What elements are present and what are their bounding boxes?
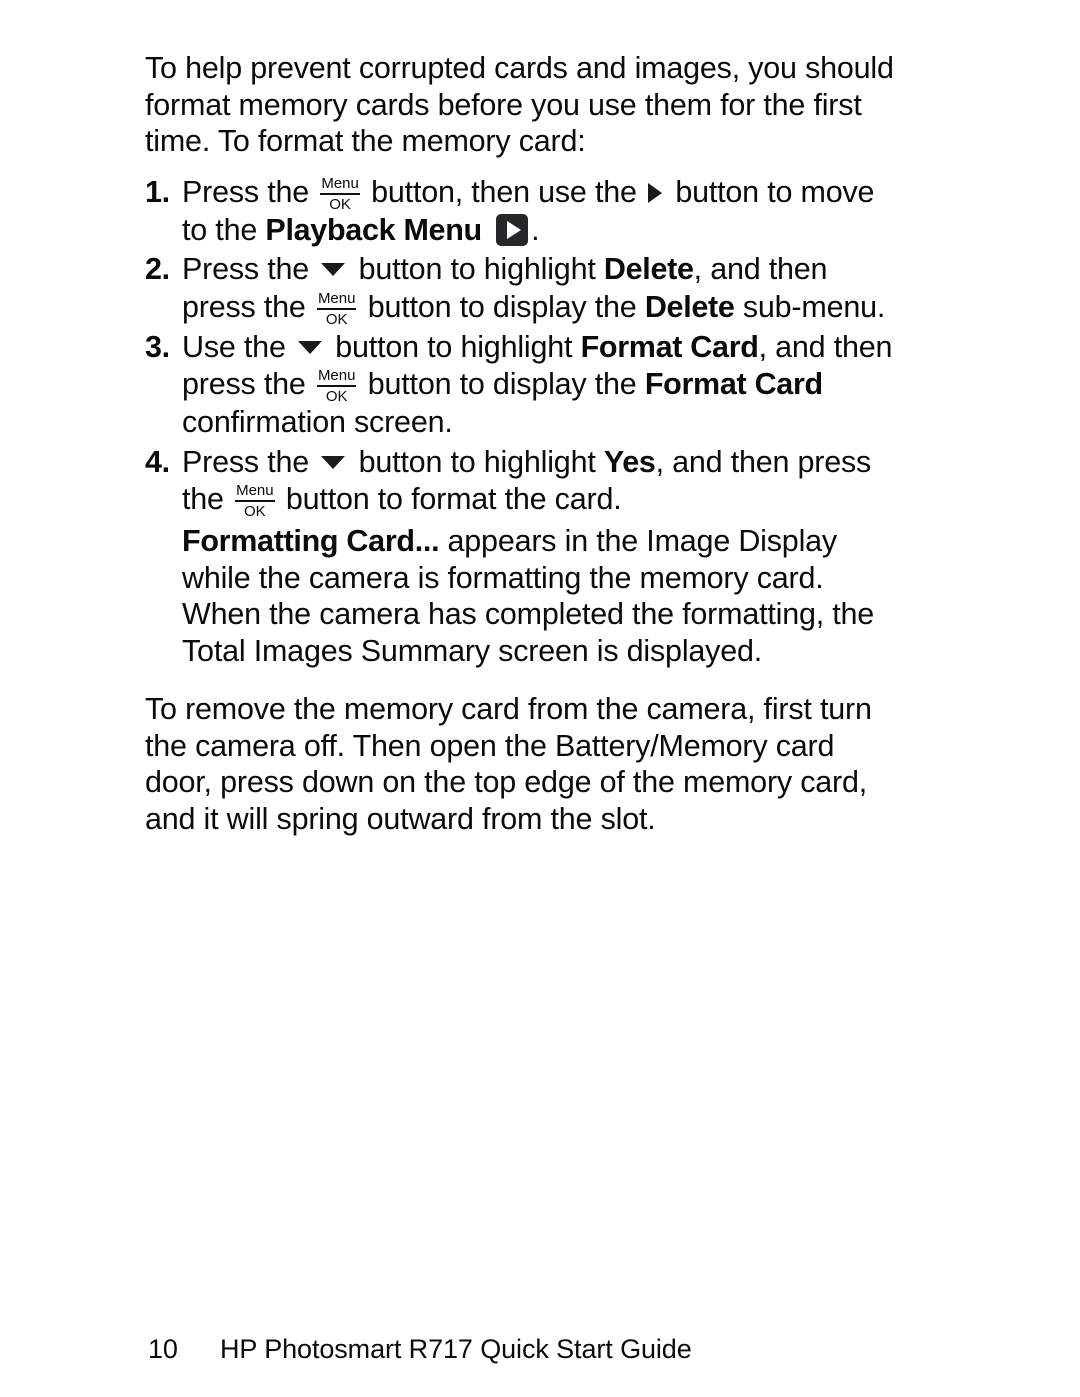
step-text-segment: Press the [182, 444, 310, 479]
page-content: To help prevent corrupted cards and imag… [145, 50, 905, 837]
down-arrow-icon [321, 263, 346, 276]
step-text-segment: . [531, 212, 540, 247]
step-text-segment: button to format the card. [285, 482, 622, 516]
menu-ok-top-label: Menu [316, 290, 357, 310]
step-number: 3. [145, 329, 170, 364]
list-item: 1. Press the Menu OK button, then use the… [145, 174, 905, 250]
menu-ok-button-icon: Menu OK [320, 175, 360, 213]
step-text-segment: button to highlight [358, 444, 596, 479]
playback-mode-icon [496, 213, 529, 246]
step-bold-term: Delete [644, 289, 735, 324]
menu-ok-bottom-label: OK [325, 310, 348, 328]
step-bold-term: Format Card [644, 367, 823, 401]
step-number: 4. [145, 444, 170, 479]
menu-ok-button-icon: Menu OK [316, 368, 357, 405]
menu-ok-top-label: Menu [320, 175, 360, 195]
step-number: 1. [145, 174, 170, 209]
menu-ok-bottom-label: OK [244, 503, 266, 520]
menu-ok-bottom-label: OK [329, 195, 351, 213]
page-footer: 10 HP Photosmart R717 Quick Start Guide [148, 1333, 948, 1365]
step-text-segment: confirmation screen. [182, 405, 453, 439]
step-bold-term: Playback Menu [265, 212, 482, 247]
step-text-segment: Press the [182, 252, 310, 286]
guide-title: HP Photosmart R717 Quick Start Guide [220, 1334, 692, 1364]
step-text-segment: button to highlight [335, 329, 573, 364]
list-item: 3. Use the button to highlight Format Ca… [145, 329, 905, 442]
menu-ok-top-label: Menu [316, 368, 357, 387]
step-text-segment: sub-menu. [742, 289, 886, 324]
formatting-note-lead: Formatting Card... [182, 524, 440, 558]
closing-paragraph: To remove the memory card from the camer… [145, 692, 872, 836]
list-item: 4. Press the button to highlight Yes, an… [145, 444, 905, 521]
menu-ok-button-icon: Menu OK [316, 290, 357, 328]
menu-ok-bottom-label: OK [325, 388, 348, 405]
step-text-segment: button, then use the [371, 174, 637, 209]
step-text-segment: button to display the [367, 289, 637, 324]
down-arrow-icon [298, 340, 322, 354]
down-arrow-icon [321, 455, 346, 469]
step-text-segment: button to highlight [358, 252, 596, 286]
step-bold-term: Format Card [580, 329, 759, 364]
document-page: To help prevent corrupted cards and imag… [0, 0, 1080, 1397]
step-number: 2. [145, 252, 170, 286]
formatting-note-paragraph: Formatting Card... appears in the Image … [182, 523, 905, 669]
step-text-segment: button to display the [367, 367, 637, 401]
intro-paragraph: To help prevent corrupted cards and imag… [145, 51, 894, 158]
page-number: 10 [148, 1334, 178, 1364]
menu-ok-button-icon: Menu OK [235, 483, 275, 520]
right-arrow-icon [648, 182, 663, 203]
step-bold-term: Delete [603, 252, 694, 286]
step-bold-term: Yes [603, 444, 656, 479]
numbered-steps-list: 1. Press the Menu OK button, then use the… [145, 174, 905, 521]
step-text-segment: Use the [182, 329, 286, 364]
menu-ok-top-label: Menu [235, 483, 275, 502]
list-item: 2. Press the button to highlight Delete,… [145, 251, 905, 328]
step-text-segment: Press the [182, 174, 310, 209]
